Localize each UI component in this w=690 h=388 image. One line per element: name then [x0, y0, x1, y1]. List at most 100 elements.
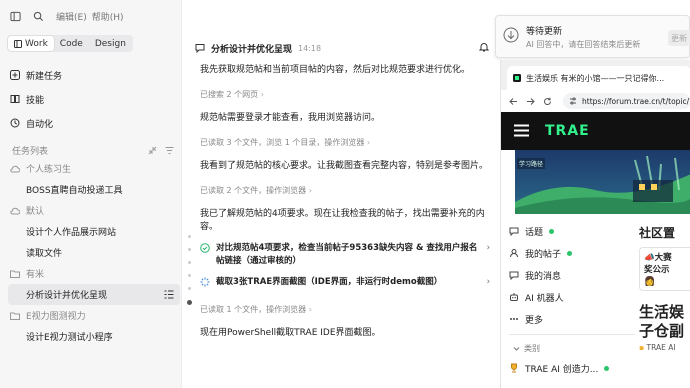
- nav-automation[interactable]: 自动化: [10, 111, 180, 135]
- mode-design[interactable]: Design: [89, 36, 132, 51]
- bell-icon[interactable]: [479, 42, 489, 52]
- unread-dot: [604, 365, 610, 371]
- task-group-label: E视力图测视力: [26, 312, 86, 322]
- nav-skills[interactable]: 技能: [10, 87, 180, 111]
- forum-nav-label: 我的帖子: [525, 249, 562, 260]
- task-item[interactable]: 设计E视力测试小程序: [8, 326, 180, 347]
- forum-nav-label: 我的消息: [525, 271, 562, 282]
- sidebar: 编辑(E) 帮助(H) Work Code Design 新建任务 技能 自动化…: [0, 0, 182, 388]
- trae-logo[interactable]: TRAE: [545, 123, 590, 139]
- tool-activity[interactable]: 已读取 3 个文件，浏览 1 个目录，操作浏览器 ›: [200, 136, 490, 149]
- category-header-label: 类别: [524, 343, 540, 353]
- message-text: 我先获取规范帖和当前项目帖的内容，然后对比规范要求进行优化。: [200, 65, 471, 75]
- mode-code[interactable]: Code: [54, 36, 89, 51]
- ai-bot-icon: [509, 292, 519, 302]
- chat-time: 14:18: [298, 43, 322, 53]
- assistant-message: 我先获取规范帖和当前项目帖的内容，然后对比规范要求进行优化。: [200, 64, 490, 77]
- update-button[interactable]: 更新: [668, 30, 690, 46]
- task-item[interactable]: 设计个人作品展示网站: [8, 221, 180, 242]
- forum-nav-label: 更多: [525, 315, 544, 326]
- task-item-label: 分析设计并优化呈现: [26, 291, 108, 301]
- assistant-message: 我已了解规范帖的4项要求。现在让我检查我的帖子，找出需要补充的内容。: [200, 208, 490, 234]
- forum-category[interactable]: TRAE AI 创造力...: [509, 357, 635, 379]
- forum-content: 社区置 📣大赛 奖公示 👩 生活娱 子仓副 ▪ TRAE AI: [639, 220, 690, 388]
- sidebar-toggle-icon[interactable]: [10, 11, 21, 22]
- task-step-text: 截取3张TRAE界面截图（IDE界面，非运行时demo截图）: [216, 277, 443, 287]
- browser-panel: 生活娱乐 有米的小馆——一只记得你... https://forum.trae.…: [500, 60, 690, 388]
- timeline-dot: [188, 287, 191, 290]
- chat-panel: 分析设计并优化呈现 14:18 我先获取规范帖和当前项目帖的内容，然后对比规范要…: [183, 0, 495, 388]
- topic-title[interactable]: 生活娱 子仓副: [639, 303, 690, 341]
- forum-nav-topics[interactable]: 话题: [509, 220, 635, 242]
- task-step[interactable]: 对比规范帖4项要求，检查当前帖子95363缺失内容 & 查找用户报名帖链接（通过…: [200, 242, 490, 268]
- nav-automation-label: 自动化: [26, 119, 54, 130]
- forum-category-label: TRAE AI 创造力...: [525, 364, 599, 375]
- tool-activity[interactable]: 已读取 2 个文件，操作浏览器 ›: [200, 184, 490, 197]
- chevron-right-icon: ›: [258, 90, 264, 99]
- message-text: 我已了解规范帖的4项要求。现在让我检查我的帖子，找出需要补充的内容。: [200, 209, 485, 232]
- address-text: https://forum.trae.cn/t/topic/73038: [582, 96, 690, 106]
- tool-activity-text: 已读取 2 个文件，操作浏览器: [200, 186, 307, 195]
- filter-icon[interactable]: [165, 146, 174, 155]
- avatar: 👩: [644, 277, 656, 287]
- mode-code-label: Code: [59, 38, 83, 49]
- announcement-line2: 奖公示: [644, 265, 670, 275]
- task-group[interactable]: 有米: [8, 263, 180, 284]
- forum-nav-ai-bot[interactable]: AI 机器人: [509, 286, 635, 308]
- collapse-icon[interactable]: [148, 146, 157, 155]
- chat-title: 分析设计并优化呈现: [211, 44, 293, 55]
- trophy-icon: [509, 363, 519, 373]
- nav-new-task[interactable]: 新建任务: [10, 63, 180, 87]
- task-step[interactable]: 截取3张TRAE界面截图（IDE界面，非运行时demo截图） ›: [200, 276, 490, 292]
- cloud-icon: [10, 207, 20, 215]
- topic-title-line1: 生活娱: [639, 303, 685, 321]
- address-bar[interactable]: https://forum.trae.cn/t/topic/73038: [563, 93, 690, 109]
- forum-nav-more[interactable]: 更多: [509, 308, 635, 330]
- task-step-text: 对比规范帖4项要求，检查当前帖子95363缺失内容 & 查找用户报名帖链接（通过…: [216, 243, 478, 266]
- forum-header: TRAE: [501, 112, 690, 150]
- forum-nav-label: AI 机器人: [525, 293, 564, 304]
- task-group[interactable]: 个人练习生: [8, 158, 180, 179]
- search-icon[interactable]: [33, 11, 44, 22]
- task-item-label: 读取文件: [26, 249, 63, 259]
- task-item[interactable]: 读取文件: [8, 242, 180, 263]
- message-text: 规范帖需要登录才能查看，我用浏览器访问。: [200, 113, 381, 123]
- browser-tab[interactable]: 生活娱乐 有米的小馆——一只记得你...: [507, 66, 690, 90]
- browser-urlbar: https://forum.trae.cn/t/topic/73038: [501, 90, 690, 112]
- nav-skills-label: 技能: [26, 95, 45, 106]
- notification-subtitle: AI 回答中，请在回答结束后更新: [526, 40, 641, 49]
- site-info-icon[interactable]: [569, 97, 577, 105]
- update-notification: 等待更新 AI 回答中，请在回答结束后更新 更新: [495, 15, 690, 58]
- tool-activity[interactable]: 已读取 1 个文件，操作浏览器 ›: [200, 303, 490, 316]
- topics-icon: [509, 226, 519, 236]
- tool-activity[interactable]: 已搜索 2 个网页 ›: [200, 88, 490, 101]
- skills-icon: [10, 94, 20, 104]
- task-item[interactable]: BOSS直聘自动投递工具: [8, 179, 180, 200]
- forum-nav-my-posts[interactable]: 我的帖子: [509, 242, 635, 264]
- menu-help[interactable]: 帮助(H): [92, 10, 124, 23]
- back-icon[interactable]: [509, 97, 518, 106]
- task-group-label: 个人练习生: [26, 165, 72, 175]
- task-item-selected[interactable]: 分析设计并优化呈现: [8, 284, 180, 305]
- community-title: 社区置: [639, 226, 676, 240]
- check-circle-icon: [200, 243, 210, 268]
- message-text: 我看到了规范帖的核心要求。让我截图查看完整内容，特别是参考图片。: [200, 161, 489, 171]
- forward-icon[interactable]: [526, 97, 535, 106]
- mode-work[interactable]: Work: [8, 36, 54, 51]
- category-header[interactable]: 类别: [509, 339, 635, 357]
- task-group[interactable]: E视力图测视力: [8, 305, 180, 326]
- browser-tab-title: 生活娱乐 有米的小馆——一只记得你...: [526, 73, 665, 83]
- spinner-icon: [200, 277, 210, 292]
- my-posts-icon: [509, 248, 519, 258]
- menu-edit[interactable]: 编辑(E): [56, 10, 87, 23]
- reload-icon[interactable]: [543, 97, 552, 106]
- trophy-icon: ▪: [639, 343, 645, 352]
- announcement-card[interactable]: 📣大赛 奖公示 👩: [639, 247, 690, 291]
- task-group[interactable]: 默认: [8, 200, 180, 221]
- topic-tag[interactable]: ▪ TRAE AI: [639, 343, 690, 352]
- hamburger-icon[interactable]: [514, 124, 529, 137]
- forum-nav-messages[interactable]: 我的消息: [509, 264, 635, 286]
- task-item-label: 设计E视力测试小程序: [26, 333, 113, 343]
- task-detail-icon[interactable]: [164, 290, 174, 299]
- timeline-dot: [188, 274, 191, 277]
